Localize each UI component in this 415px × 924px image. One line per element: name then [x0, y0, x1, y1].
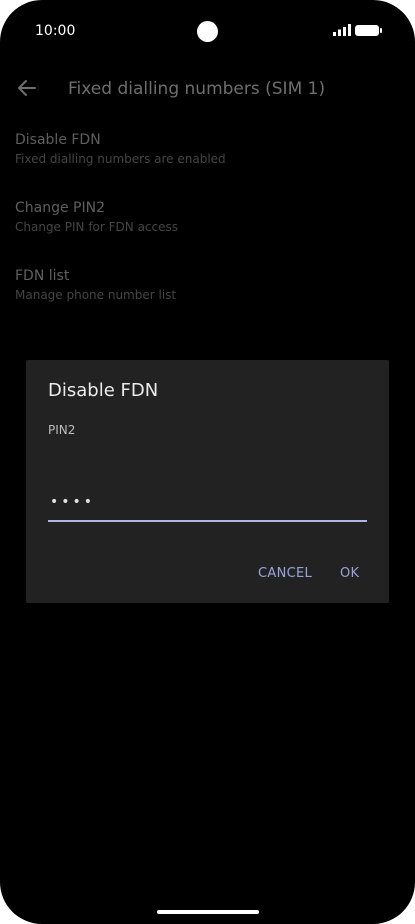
pin2-value: •••• [50, 494, 96, 510]
setting-title: Disable FDN [15, 132, 101, 148]
disable-fdn-dialog: Disable FDN PIN2 •••• CANCEL OK [26, 360, 389, 603]
pin2-input[interactable]: •••• [48, 490, 367, 522]
signal-icon [333, 24, 351, 36]
status-time: 10:00 [35, 23, 76, 39]
battery-icon [355, 25, 382, 36]
setting-title: FDN list [15, 268, 70, 284]
setting-subtitle: Manage phone number list [15, 288, 177, 302]
page-title: Fixed dialling numbers (SIM 1) [68, 79, 326, 99]
setting-fdn-list[interactable]: FDN list Manage phone number list [15, 268, 400, 302]
setting-subtitle: Change PIN for FDN access [15, 220, 179, 234]
arrow-left-icon[interactable] [15, 76, 39, 100]
home-indicator[interactable] [157, 910, 259, 914]
pin2-label: PIN2 [48, 423, 76, 437]
setting-change-pin2[interactable]: Change PIN2 Change PIN for FDN access [15, 200, 400, 234]
setting-disable-fdn[interactable]: Disable FDN Fixed dialling numbers are e… [15, 132, 400, 166]
phone-screen: 10:00 Fixed dialling numbers (SIM 1) Dis… [0, 0, 415, 924]
camera-icon [197, 21, 218, 42]
dialog-title: Disable FDN [48, 380, 159, 401]
setting-title: Change PIN2 [15, 200, 106, 216]
setting-subtitle: Fixed dialling numbers are enabled [15, 152, 226, 166]
app-bar: Fixed dialling numbers (SIM 1) [0, 68, 415, 110]
ok-button[interactable]: OK [340, 566, 359, 581]
cancel-button[interactable]: CANCEL [258, 566, 312, 581]
